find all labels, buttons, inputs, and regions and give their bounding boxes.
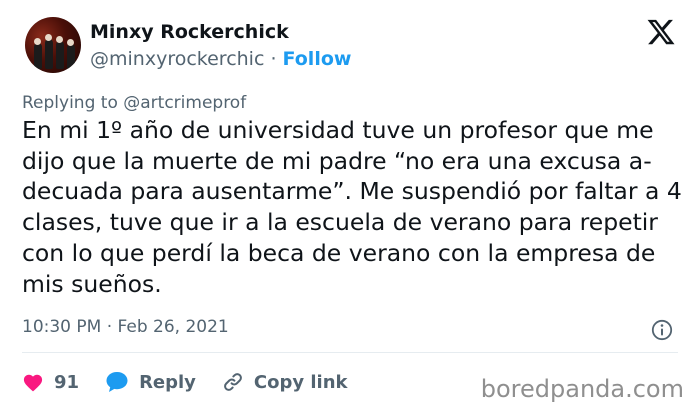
avatar-face [45,34,52,41]
watermark: boredpanda.com [480,375,684,403]
reply-button[interactable]: Reply [105,371,196,393]
avatar-figure [45,39,53,69]
reply-bubble-icon [106,372,128,392]
handle-row: @minxyrockerchic · Follow [90,48,351,70]
user-handle[interactable]: @minxyrockerchic [90,48,264,70]
avatar[interactable] [25,17,81,73]
replying-to-label: Replying to [22,93,118,113]
avatar-figure [34,43,42,69]
separator-dot: · [270,48,277,70]
action-bar: 91 Reply Copy link [22,368,374,396]
tweet-timestamp[interactable]: 10:30 PM · Feb 26, 2021 [22,317,229,337]
divider [22,352,678,353]
link-icon [224,373,242,391]
follow-button[interactable]: Follow [283,48,352,70]
display-name[interactable]: Minxy Rockerchick [90,21,289,43]
tweet-text: En mi 1º año de universidad tuve un prof… [22,116,682,298]
info-icon[interactable] [650,318,674,342]
avatar-face [34,38,41,45]
avatar-figure [67,44,75,69]
heart-icon [23,374,43,392]
replying-to-handle[interactable]: @artcrimeprof [123,93,246,113]
copy-link-button[interactable]: Copy link [222,371,348,393]
x-logo-icon[interactable] [646,17,676,47]
reply-label: Reply [139,371,196,393]
avatar-face [67,39,74,46]
replying-to: Replying to @artcrimeprof [22,93,246,113]
copy-link-label: Copy link [253,371,348,393]
like-button[interactable]: 91 [22,372,79,393]
like-count: 91 [54,371,80,393]
avatar-face [56,36,63,43]
avatar-figure [56,41,64,69]
